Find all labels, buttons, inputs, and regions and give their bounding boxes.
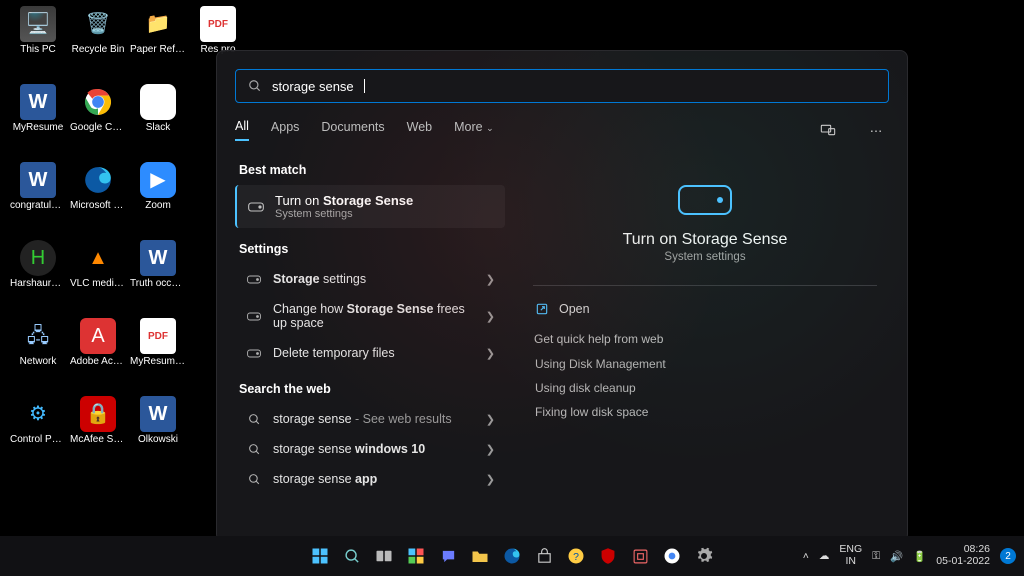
search-bar[interactable]: storage sense [235, 69, 889, 103]
chevron-right-icon: ❯ [486, 473, 495, 486]
settings-row-change-frees[interactable]: Change how Storage Sense frees up space … [235, 294, 505, 338]
store-icon[interactable] [530, 542, 558, 570]
snip-icon[interactable] [626, 542, 654, 570]
storage-icon [245, 312, 263, 321]
settings-row-delete-temp[interactable]: Delete temporary files ❯ [235, 338, 505, 368]
desktop-icon-folder[interactable]: 📁Paper References [130, 6, 186, 55]
search-web-header: Search the web [239, 382, 505, 396]
best-match-header: Best match [239, 163, 505, 177]
chat-icon[interactable] [434, 542, 462, 570]
best-match-item[interactable]: Turn on Storage Sense System settings [235, 185, 505, 228]
tray-chevron-icon[interactable]: ˄ [803, 550, 809, 562]
wifi-icon[interactable]: ⚿ [872, 550, 880, 563]
open-icon [535, 302, 549, 316]
desktop-icon-vlc[interactable]: ▲VLC media player [70, 240, 126, 289]
help-link-1[interactable]: Using disk cleanup [533, 376, 877, 400]
desktop-icon-word2[interactable]: Wcongratulati mail [10, 162, 66, 211]
devices-icon[interactable] [815, 117, 841, 143]
tab-all[interactable]: All [235, 119, 249, 141]
start-button[interactable] [306, 542, 334, 570]
settings-icon[interactable] [690, 542, 718, 570]
desktop-icon-this-pc[interactable]: 🖥️This PC [10, 6, 66, 55]
results-panel: Best match Turn on Storage Sense System … [235, 157, 515, 537]
tab-web[interactable]: Web [407, 120, 432, 140]
settings-header: Settings [239, 242, 505, 256]
explorer-icon[interactable] [466, 542, 494, 570]
desktop-icon-edge[interactable]: Microsoft Edge [70, 162, 126, 211]
volume-icon[interactable]: 🔊 [890, 550, 903, 563]
desktop-icon-zoom[interactable]: ▶Zoom [130, 162, 186, 211]
chrome-icon[interactable] [658, 542, 686, 570]
task-view-icon[interactable] [370, 542, 398, 570]
desktop-icon-network[interactable]: 🖧Network [10, 318, 66, 367]
search-icon [245, 413, 263, 426]
storage-icon [245, 275, 263, 284]
svg-text:?: ? [573, 551, 579, 563]
storage-icon [247, 202, 265, 212]
storage-preview-icon [678, 185, 732, 215]
search-flyout: storage sense All Apps Documents Web Mor… [216, 50, 908, 542]
battery-icon[interactable]: 🔋 [913, 550, 926, 563]
tab-apps[interactable]: Apps [271, 120, 300, 140]
desktop-icon-slack[interactable]: ✱Slack [130, 84, 186, 133]
system-tray: ˄ ☁ ENGIN ⚿ 🔊 🔋 08:2605-01-2022 2 [803, 544, 1016, 567]
desktop-icon-word[interactable]: WMyResume [10, 84, 66, 133]
open-action[interactable]: Open [533, 296, 877, 322]
chevron-down-icon: ⌄ [486, 123, 494, 133]
help-link-0[interactable]: Using Disk Management [533, 352, 877, 376]
chevron-right-icon: ❯ [486, 273, 495, 286]
notification-badge[interactable]: 2 [1000, 548, 1016, 564]
preview-panel: Turn on Storage Sense System settings Op… [515, 157, 889, 537]
desktop-icon-recycle-bin[interactable]: 🗑️Recycle Bin [70, 6, 126, 55]
language-indicator[interactable]: ENGIN [839, 544, 862, 567]
help-link-2[interactable]: Fixing low disk space [533, 400, 877, 424]
desktop-icon-mcafee[interactable]: 🔒McAfee Safe Connect [70, 396, 126, 445]
desktop-icon-word4[interactable]: WOlkowski [130, 396, 186, 445]
edge-icon[interactable] [498, 542, 526, 570]
search-icon [245, 443, 263, 456]
desktop-icon-pdf[interactable]: PDFRes pro [190, 6, 246, 55]
chevron-right-icon: ❯ [486, 310, 495, 323]
web-row-0[interactable]: storage sense - See web results ❯ [235, 404, 505, 434]
settings-row-storage[interactable]: Storage settings ❯ [235, 264, 505, 294]
preview-title: Turn on Storage Sense [623, 231, 788, 249]
taskbar: ? ˄ ☁ ENGIN ⚿ 🔊 🔋 08:2605-01-2022 2 [0, 536, 1024, 576]
web-row-1[interactable]: storage sense windows 10 ❯ [235, 434, 505, 464]
divider [533, 285, 877, 286]
desktop-icon-word3[interactable]: WTruth occupies a ... [130, 240, 186, 289]
mcafee-icon[interactable] [594, 542, 622, 570]
taskbar-center: ? [306, 542, 718, 570]
taskbar-search-icon[interactable] [338, 542, 366, 570]
widgets-icon[interactable] [402, 542, 430, 570]
desktop-icon-chrome[interactable]: Google Chrome [70, 84, 126, 133]
desktop-icon-pdf2[interactable]: PDFMyResume (1) [130, 318, 186, 367]
onedrive-icon[interactable]: ☁ [819, 550, 830, 562]
more-icon[interactable]: ⋯ [863, 117, 889, 143]
desktop-icon-chrome2[interactable]: HHarshaurya - Chrome [10, 240, 66, 289]
tab-more[interactable]: More ⌄ [454, 120, 494, 140]
preview-subtitle: System settings [664, 251, 745, 263]
desktop-icon-acrobat[interactable]: AAdobe Acrobat DC [70, 318, 126, 367]
clock[interactable]: 08:2605-01-2022 [936, 544, 990, 567]
quick-help-header: Get quick help from web [534, 332, 878, 346]
search-tabs: All Apps Documents Web More ⌄ ⋯ [235, 117, 889, 143]
search-icon [245, 473, 263, 486]
chevron-right-icon: ❯ [486, 347, 495, 360]
chevron-right-icon: ❯ [486, 443, 495, 456]
help-icon[interactable]: ? [562, 542, 590, 570]
storage-icon [245, 349, 263, 358]
tab-documents[interactable]: Documents [321, 120, 384, 140]
desktop-icon-control-panel[interactable]: ⚙Control Panel [10, 396, 66, 445]
chevron-right-icon: ❯ [486, 413, 495, 426]
web-row-2[interactable]: storage sense app ❯ [235, 464, 505, 494]
